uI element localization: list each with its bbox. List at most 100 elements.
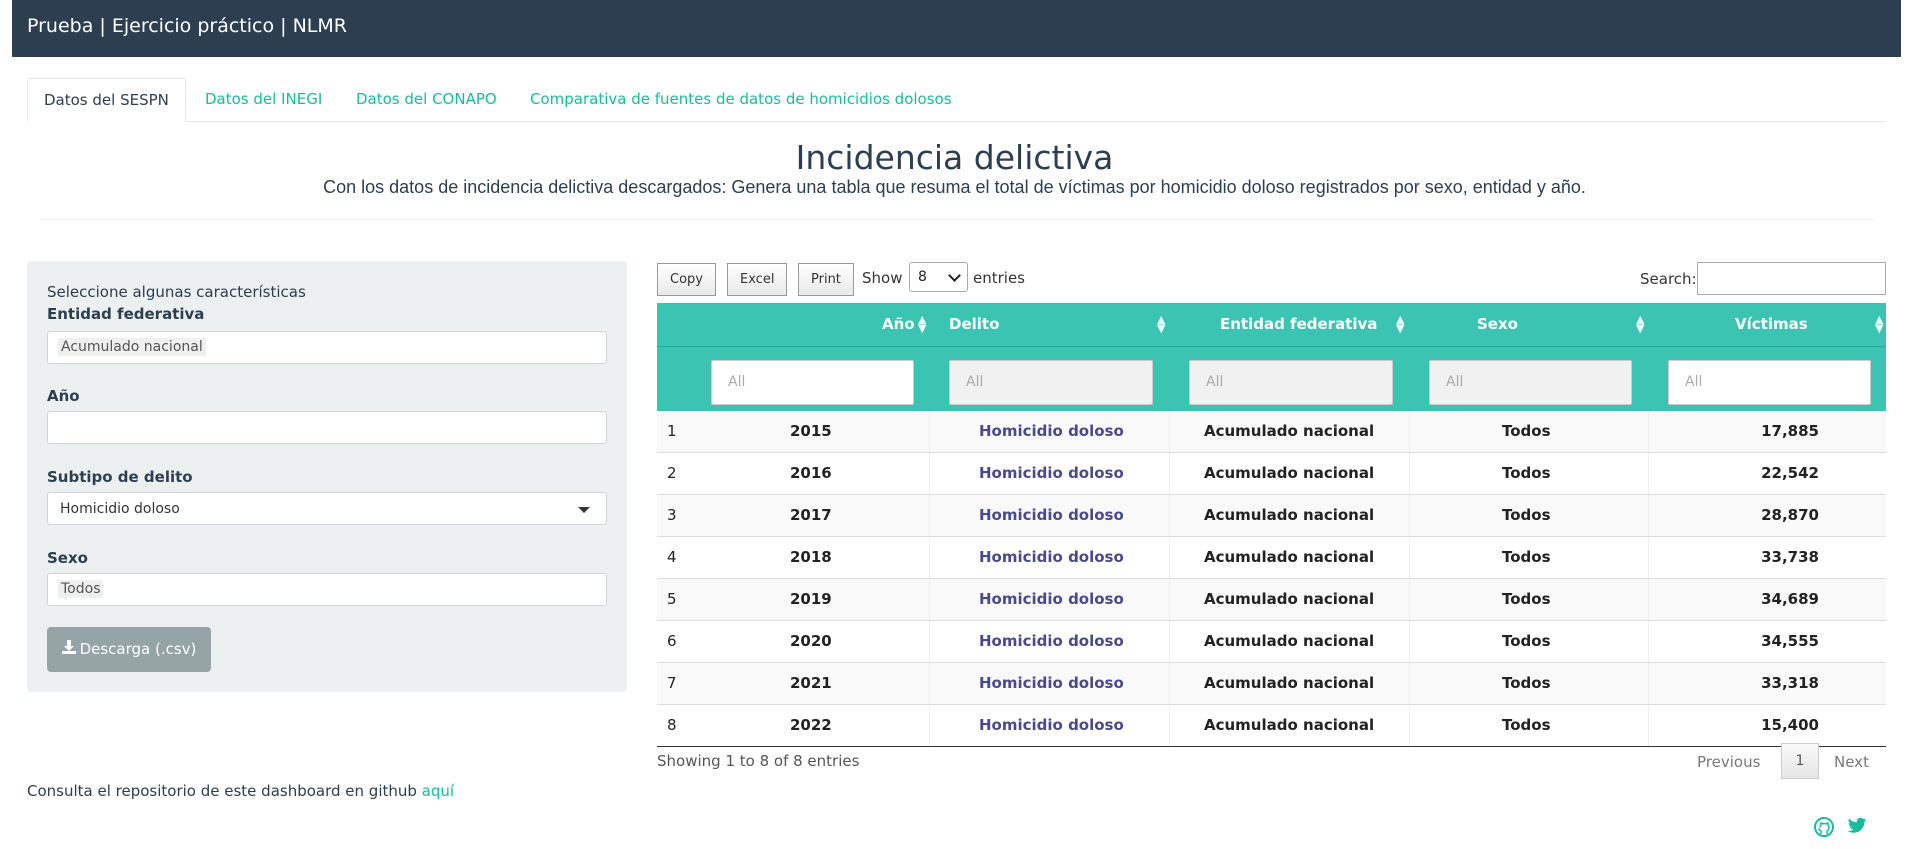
cell-sexo: Todos [1502,632,1551,650]
footer-text: Consulta el repositorio de este dashboar… [27,782,454,800]
col-anio-header[interactable]: Año [882,315,915,333]
cell-entidad: Acumulado nacional [1204,716,1375,734]
search-label: Search: [1640,270,1697,288]
cell-delito: Homicidio doloso [979,716,1124,734]
sort-icon[interactable]: ▲ ▼ [1157,314,1165,334]
table-row[interactable]: 3 2017 Homicidio doloso Acumulado nacion… [657,495,1886,537]
cell-sexo: Todos [1502,464,1551,482]
next-page-button[interactable]: Next [1834,753,1869,771]
filter-entidad[interactable]: All [1189,360,1393,405]
excel-button[interactable]: Excel [727,263,788,296]
cell-victimas: 22,542 [1761,464,1819,482]
tab-conapo[interactable]: Datos del CONAPO [340,78,513,121]
cell-sexo: Todos [1502,506,1551,524]
row-number: 1 [667,422,677,440]
page-length-value: 8 [918,269,927,285]
chevron-down-icon [948,269,961,282]
cell-sexo: Todos [1502,548,1551,566]
col-entidad-header[interactable]: Entidad federativa [1220,315,1377,333]
search-input[interactable] [1697,262,1886,295]
cell-sexo: Todos [1502,716,1551,734]
show-label: Show [862,269,903,287]
row-number: 4 [667,548,677,566]
download-csv-button[interactable]: Descarga (.csv) [47,627,211,672]
print-button[interactable]: Print [798,263,854,296]
divider [42,219,1874,220]
cell-victimas: 33,738 [1761,548,1819,566]
cell-entidad: Acumulado nacional [1204,464,1375,482]
tab-inegi[interactable]: Datos del INEGI [189,78,338,121]
table-row[interactable]: 5 2019 Homicidio doloso Acumulado nacion… [657,579,1886,621]
entidad-select[interactable]: Acumulado nacional [47,331,607,364]
cell-sexo: Todos [1502,422,1551,440]
page-1-button[interactable]: 1 [1781,743,1819,779]
twitter-icon[interactable] [1847,817,1867,839]
row-number: 6 [667,632,677,650]
app-title[interactable]: Prueba | Ejercicio práctico | NLMR [27,15,347,37]
cell-delito: Homicidio doloso [979,422,1124,440]
cell-victimas: 33,318 [1761,674,1819,692]
cell-anio: 2017 [790,506,832,524]
entidad-label: Entidad federativa [47,305,205,323]
sort-icon[interactable]: ▲ ▼ [918,314,926,334]
copy-button[interactable]: Copy [657,263,716,296]
cell-anio: 2021 [790,674,832,692]
filter-placeholder: All [966,374,984,390]
table-row[interactable]: 8 2022 Homicidio doloso Acumulado nacion… [657,705,1886,747]
table-row[interactable]: 2 2016 Homicidio doloso Acumulado nacion… [657,453,1886,495]
anio-label: Año [47,387,80,405]
cell-anio: 2016 [790,464,832,482]
filter-placeholder: All [1206,374,1224,390]
tab-bar: Datos del SESPN Datos del INEGI Datos de… [27,78,1886,122]
filter-anio[interactable]: All [711,360,914,405]
filters-panel: Seleccione algunas características Entid… [27,261,627,692]
cell-delito: Homicidio doloso [979,548,1124,566]
table-row[interactable]: 4 2018 Homicidio doloso Acumulado nacion… [657,537,1886,579]
cell-victimas: 17,885 [1761,422,1819,440]
sort-icon[interactable]: ▲ ▼ [1396,314,1404,334]
previous-page-button[interactable]: Previous [1697,753,1760,771]
cell-sexo: Todos [1502,590,1551,608]
col-sexo-header[interactable]: Sexo [1477,315,1518,333]
cell-sexo: Todos [1502,674,1551,692]
entidad-chip[interactable]: Acumulado nacional [58,338,206,356]
footer-label: Consulta el repositorio de este dashboar… [27,782,422,800]
cell-entidad: Acumulado nacional [1204,422,1375,440]
filters-hint: Seleccione algunas características [47,283,306,301]
table-row[interactable]: 6 2020 Homicidio doloso Acumulado nacion… [657,621,1886,663]
col-victimas-header[interactable]: Víctimas [1735,315,1808,333]
navbar: Prueba | Ejercicio práctico | NLMR [12,0,1901,57]
filter-victimas[interactable]: All [1668,360,1871,405]
table-body: 1 2015 Homicidio doloso Acumulado nacion… [657,411,1886,747]
entries-label: entries [973,269,1025,287]
page-length-select[interactable]: 8 [909,262,968,292]
page-title: Incidencia delictiva [795,138,1114,177]
filter-sexo[interactable]: All [1429,360,1632,405]
table-row[interactable]: 1 2015 Homicidio doloso Acumulado nacion… [657,411,1886,453]
github-icon[interactable] [1814,817,1834,841]
sexo-chip[interactable]: Todos [58,580,104,598]
download-label: Descarga (.csv) [79,640,197,658]
sexo-select[interactable]: Todos [47,573,607,606]
sort-icon[interactable]: ▲ ▼ [1636,314,1644,334]
cell-entidad: Acumulado nacional [1204,506,1375,524]
cell-entidad: Acumulado nacional [1204,674,1375,692]
subtipo-select[interactable]: Homicidio doloso [47,492,607,525]
tab-comparativa[interactable]: Comparativa de fuentes de datos de homic… [514,78,968,121]
subtipo-value: Homicidio doloso [60,501,180,517]
cell-anio: 2015 [790,422,832,440]
table-header: Año ▲ ▼ Delito ▲ ▼ Entidad federativa ▲ ▼ S… [657,303,1886,413]
cell-entidad: Acumulado nacional [1204,548,1375,566]
cell-victimas: 34,555 [1761,632,1819,650]
filter-row: All All All All All [657,346,1886,413]
col-delito-header[interactable]: Delito [949,315,999,333]
filter-placeholder: All [1685,374,1703,390]
filter-delito[interactable]: All [949,360,1153,405]
anio-select[interactable] [47,411,607,444]
row-number: 7 [667,674,677,692]
tab-sespn[interactable]: Datos del SESPN [27,78,186,122]
repo-link[interactable]: aquí [422,782,454,800]
row-number: 5 [667,590,677,608]
table-row[interactable]: 7 2021 Homicidio doloso Acumulado nacion… [657,663,1886,705]
sort-icon[interactable]: ▲ ▼ [1875,314,1883,334]
